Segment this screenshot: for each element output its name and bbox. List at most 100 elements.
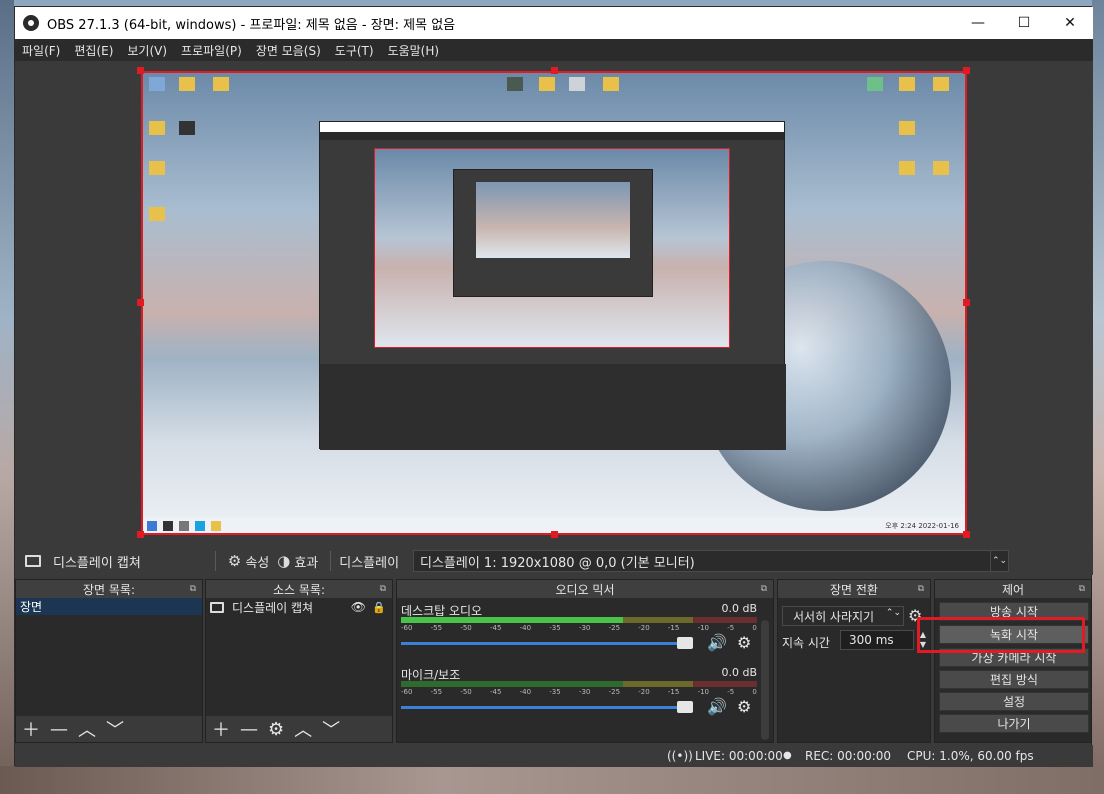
transition-select-value: 서서히 사라지기 xyxy=(793,609,875,624)
move-up-button[interactable]: ︿ xyxy=(78,716,96,742)
controls-dock-title: 제어 xyxy=(1001,582,1025,597)
preview-area[interactable]: 오후 2:24 2022-01-16 xyxy=(15,61,1093,547)
menu-edit[interactable]: 편집(E) xyxy=(67,42,120,59)
speaker-icon[interactable]: 🔊 xyxy=(707,697,727,716)
scene-list-item[interactable]: 장면 xyxy=(16,598,202,615)
resize-handle[interactable] xyxy=(551,531,558,538)
highlight-box xyxy=(917,617,1085,653)
live-status: LIVE: 00:00:00 xyxy=(695,749,783,763)
maximize-button[interactable]: ☐ xyxy=(1001,7,1047,39)
undock-icon[interactable]: ⧉ xyxy=(1079,584,1085,594)
transitions-dock-title: 장면 전환 xyxy=(830,582,878,597)
volume-meter xyxy=(401,617,757,623)
channel-db: 0.0 dB xyxy=(721,666,757,679)
menu-profile[interactable]: 프로파일(P) xyxy=(174,42,249,59)
gear-icon[interactable]: ⚙ xyxy=(737,633,751,652)
source-properties-gear-icon[interactable]: ⚙ xyxy=(268,719,284,740)
resize-handle[interactable] xyxy=(963,67,970,74)
speaker-icon[interactable]: 🔊 xyxy=(707,633,727,652)
mixer-channel-desktop: 데스크탑 오디오 0.0 dB -60 -55 -50 -45 -40 -35 -30 -25… xyxy=(401,602,757,662)
volume-slider[interactable] xyxy=(401,637,693,649)
properties-label: 속성 xyxy=(245,555,270,571)
move-down-button[interactable]: ﹀ xyxy=(106,716,124,742)
desktop-wallpaper-bottom xyxy=(0,766,1104,794)
resize-handle[interactable] xyxy=(137,299,144,306)
slider-handle[interactable] xyxy=(677,637,693,649)
lock-icon[interactable]: 🔒 xyxy=(372,601,386,614)
audio-mixer-dock: 오디오 믹서 ⧉ 데스크탑 오디오 0.0 dB -60 -55 -50 -45 -40-… xyxy=(396,579,774,743)
menu-tools[interactable]: 도구(T) xyxy=(328,42,381,59)
controls-dock: 제어 ⧉ 방송 시작 녹화 시작 가상 카메라 시작 편집 방식 설정 나가기 xyxy=(934,579,1092,743)
sources-dock-title: 소스 목록: xyxy=(272,582,326,597)
minimize-button[interactable]: — xyxy=(955,7,1001,39)
add-source-button[interactable]: ＋ xyxy=(212,716,230,742)
exit-button[interactable]: 나가기 xyxy=(939,714,1089,733)
menu-view[interactable]: 보기(V) xyxy=(120,42,174,59)
transition-select[interactable]: 서서히 사라지기 ⌃⌄ xyxy=(782,606,904,626)
channel-name: 마이크/보조 xyxy=(401,668,461,682)
filter-icon: ◑ xyxy=(277,552,291,570)
display-label: 디스플레이 xyxy=(339,555,400,571)
move-up-button[interactable]: ︿ xyxy=(294,716,312,742)
settings-button[interactable]: 설정 xyxy=(939,692,1089,711)
gear-icon: ⚙ xyxy=(227,552,242,570)
meter-ticks: -60 -55 -50 -45 -40 -35 -30 -25 -20 -15 -10 -5 0 xyxy=(401,688,757,696)
undock-icon[interactable]: ⧉ xyxy=(761,584,767,594)
meter-ticks: -60 -55 -50 -45 -40 -35 -30 -25 -20 -15 -10 -5 0 xyxy=(401,624,757,632)
menu-bar: 파일(F) 편집(E) 보기(V) 프로파일(P) 장면 모음(S) 도구(T)… xyxy=(15,39,1093,61)
source-selection-box[interactable] xyxy=(141,71,967,535)
display-select[interactable]: 디스플레이 1: 1920x1080 @ 0,0 (기본 모니터) ⌃⌄ xyxy=(413,550,1009,572)
monitor-icon xyxy=(210,601,224,613)
visibility-eye-icon[interactable]: 👁 xyxy=(351,600,366,614)
close-button[interactable]: ✕ xyxy=(1047,7,1093,39)
gear-icon[interactable]: ⚙ xyxy=(737,697,751,716)
filters-button[interactable]: ◑ 효과 xyxy=(273,552,322,571)
studio-mode-button[interactable]: 편집 방식 xyxy=(939,670,1089,689)
transitions-dock: 장면 전환 ⧉ 서서히 사라지기 ⌃⌄ ⚙ 지속 시간 300 ms ▲ ▼ xyxy=(777,579,931,743)
status-bar: ((•)) LIVE: 00:00:00 ● REC: 00:00:00 CPU… xyxy=(15,745,1093,767)
mixer-scrollbar[interactable] xyxy=(761,620,769,740)
updown-arrow-icon: ⌃⌄ xyxy=(885,608,901,618)
remove-source-button[interactable]: — xyxy=(240,719,258,740)
duration-input[interactable]: 300 ms xyxy=(840,630,914,650)
cpu-status: CPU: 1.0%, 60.00 fps xyxy=(907,749,1034,763)
rec-status: REC: 00:00:00 xyxy=(805,749,892,763)
move-down-button[interactable]: ﹀ xyxy=(322,716,340,742)
undock-icon[interactable]: ⧉ xyxy=(190,584,196,594)
rec-dot-icon: ● xyxy=(783,750,792,761)
remove-scene-button[interactable]: — xyxy=(50,719,68,740)
duration-label: 지속 시간 xyxy=(782,636,830,650)
sources-dock: 소스 목록: ⧉ 디스플레이 캡쳐 👁 🔒 ＋ — ⚙ ︿ ﹀ xyxy=(205,579,393,743)
selected-source-name: 디스플레이 캡쳐 xyxy=(53,555,141,571)
volume-meter xyxy=(401,681,757,687)
window-title: OBS 27.1.3 (64-bit, windows) - 프로파일: 제목 … xyxy=(47,17,456,33)
scenes-dock: 장면 목록: ⧉ 장면 ＋ — ︿ ﹀ xyxy=(15,579,203,743)
add-scene-button[interactable]: ＋ xyxy=(22,716,40,742)
menu-scene-collection[interactable]: 장면 모음(S) xyxy=(249,42,328,59)
updown-arrow-icon: ⌃⌄ xyxy=(990,551,1008,571)
resize-handle[interactable] xyxy=(137,531,144,538)
resize-handle[interactable] xyxy=(551,67,558,74)
live-icon: ((•)) xyxy=(667,749,693,763)
channel-db: 0.0 dB xyxy=(721,602,757,615)
menu-file[interactable]: 파일(F) xyxy=(15,42,67,59)
source-list-item[interactable]: 디스플레이 캡쳐 👁 🔒 xyxy=(206,598,392,616)
volume-slider[interactable] xyxy=(401,701,693,713)
monitor-icon xyxy=(25,555,41,567)
filters-label: 효과 xyxy=(294,555,319,571)
undock-icon[interactable]: ⧉ xyxy=(918,584,924,594)
properties-button[interactable]: ⚙ 속성 xyxy=(224,552,273,571)
resize-handle[interactable] xyxy=(963,531,970,538)
title-bar: OBS 27.1.3 (64-bit, windows) - 프로파일: 제목 … xyxy=(15,7,1093,39)
desktop-wallpaper-right xyxy=(1092,0,1104,794)
undock-icon[interactable]: ⧉ xyxy=(380,584,386,594)
source-item-label: 디스플레이 캡쳐 xyxy=(232,600,314,615)
resize-handle[interactable] xyxy=(137,67,144,74)
obs-logo-icon xyxy=(23,15,39,31)
desktop-wallpaper-left xyxy=(0,0,14,794)
source-toolbar: 디스플레이 캡쳐 ⚙ 속성 ◑ 효과 디스플레이 디스플레이 1: 1920x1… xyxy=(15,547,1093,575)
slider-handle[interactable] xyxy=(677,701,693,713)
resize-handle[interactable] xyxy=(963,299,970,306)
channel-name: 데스크탑 오디오 xyxy=(401,604,483,618)
menu-help[interactable]: 도움말(H) xyxy=(381,42,447,59)
